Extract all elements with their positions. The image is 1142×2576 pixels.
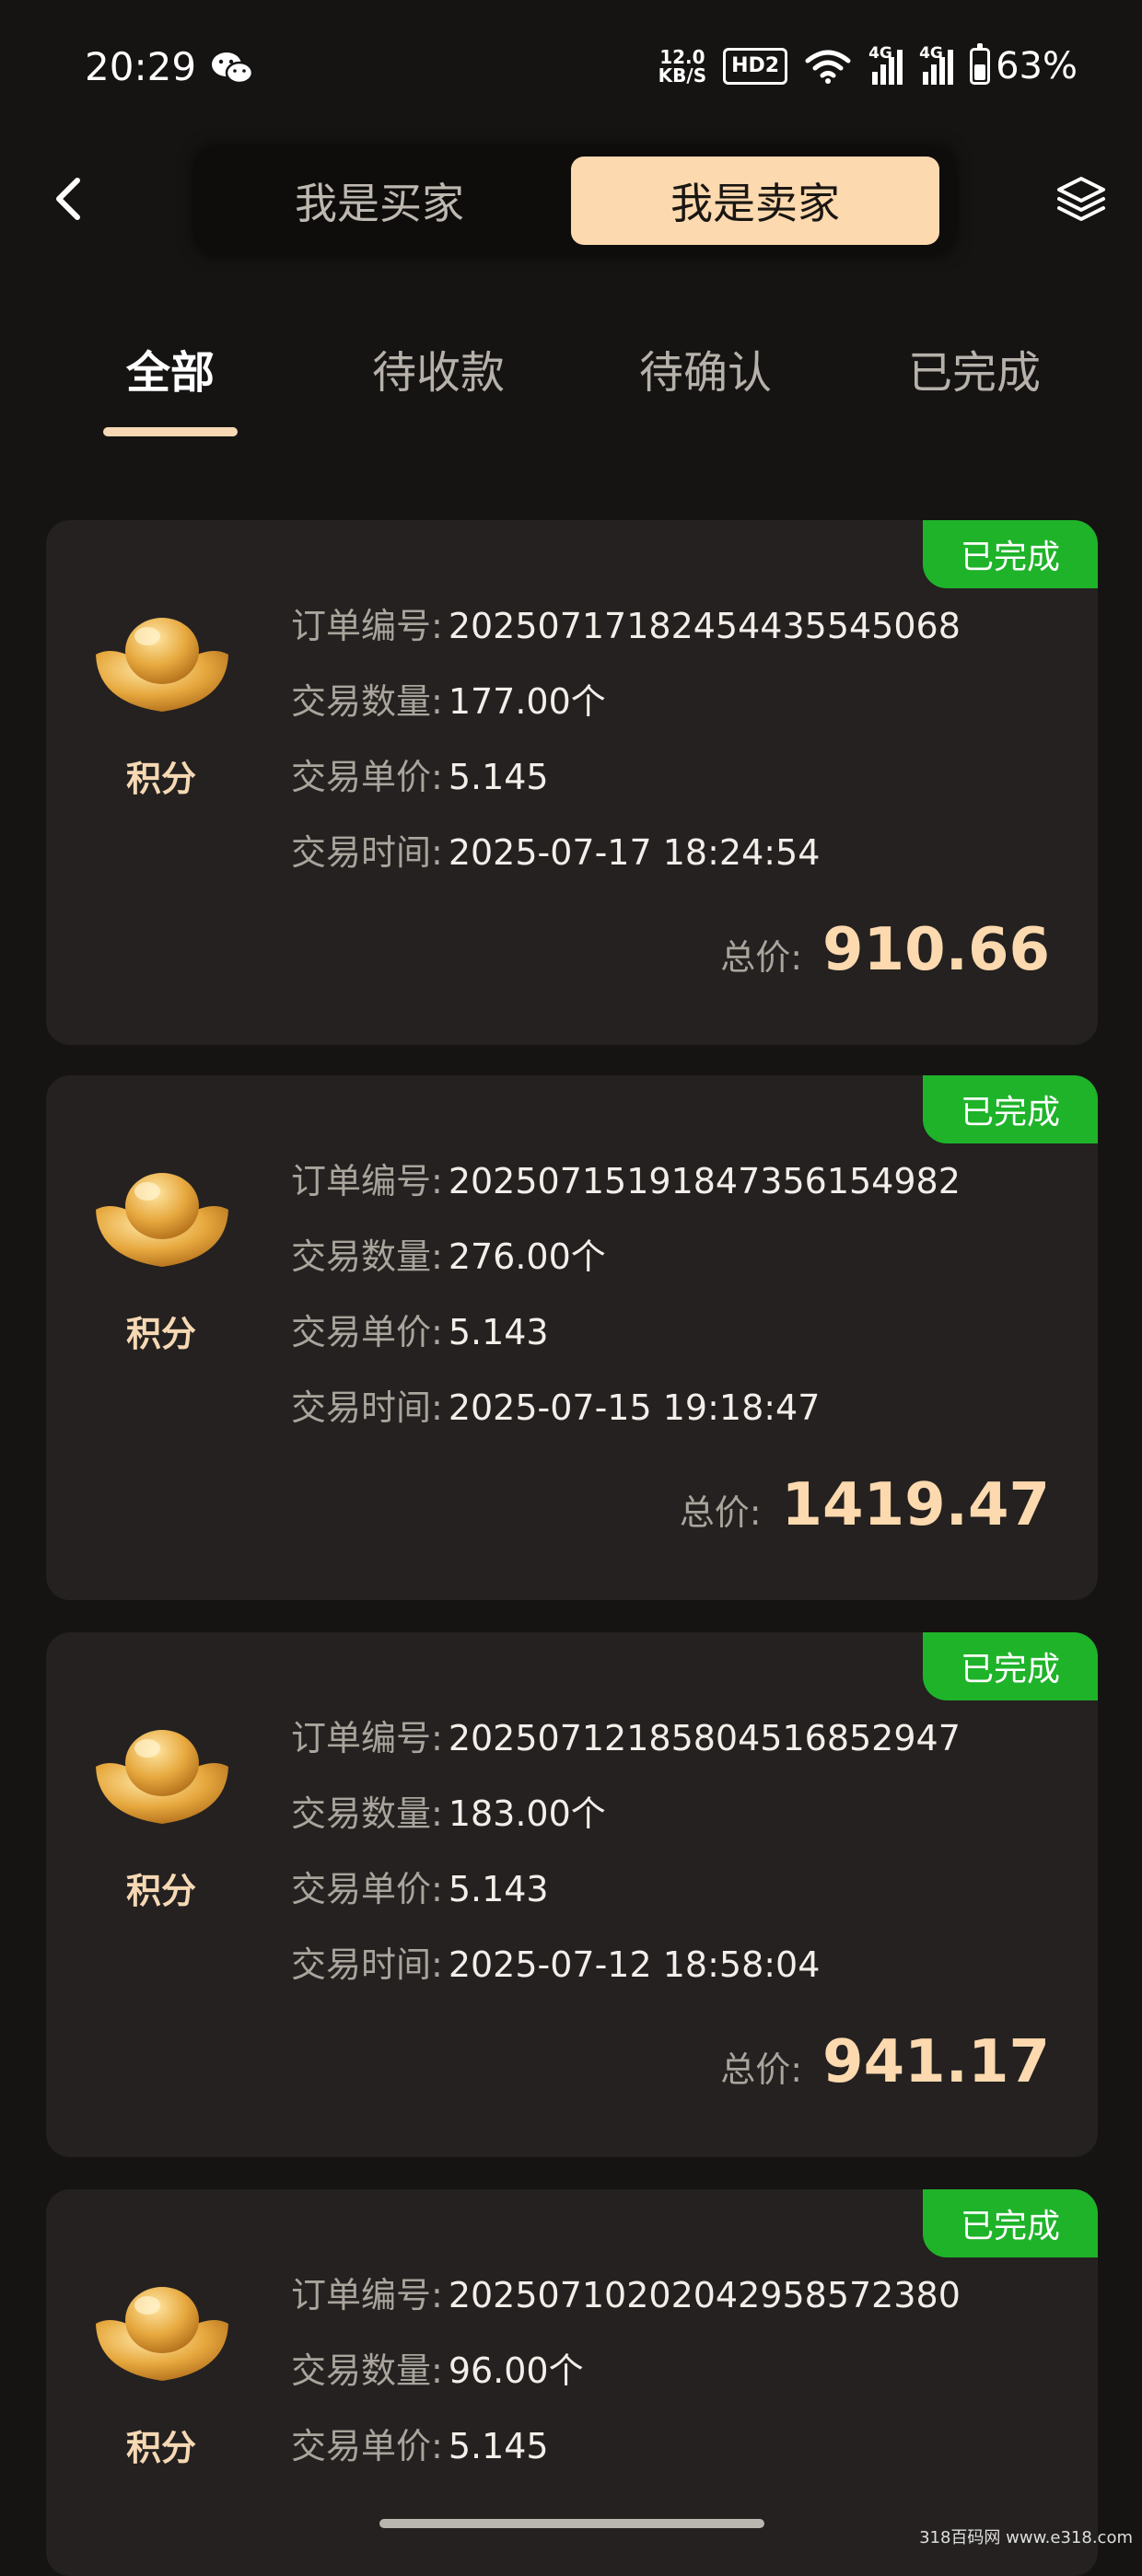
quantity-row: 交易数量: 276.00个 [291,1236,606,1277]
status-bar: 20:29 12.0 KB/S HD2 4G 4G 63% [0,0,1142,138]
status-time: 20:29 [85,44,197,89]
net-speed: 12.0 KB/S [658,46,707,87]
quantity-row: 交易数量: 177.00个 [291,681,606,722]
tab-all[interactable]: 全部 [51,336,290,400]
home-indicator[interactable] [379,2519,764,2528]
coin-type-label: 积分 [125,2428,196,2468]
status-badge: 已完成 [923,1075,1098,1143]
order-card[interactable]: 已完成 积分 订单编号: 20250715191847356154982 交易数量… [46,1075,1098,1600]
coin-type-label: 积分 [125,1871,196,1911]
unit-price-row: 交易单价: 5.143 [291,1869,549,1909]
coin-type-label: 积分 [125,1314,196,1354]
role-segmented-control: 我是买家 我是卖家 [195,147,954,254]
order-number-row: 订单编号: 20250715191847356154982 [291,1161,961,1201]
trade-time-row: 交易时间: 2025-07-12 18:58:04 [291,1944,821,1985]
trade-time-row: 交易时间: 2025-07-17 18:24:54 [291,832,821,873]
total-price: 总价: 910.66 [720,916,1050,984]
buyer-tab[interactable]: 我是买家 [195,157,564,245]
hd-voice-badge: HD2 [723,48,788,85]
wifi-icon [805,50,851,84]
coin-type-label: 积分 [125,759,196,799]
gold-ingot-icon [96,2287,228,2381]
order-status-tabs: 全部 待收款 待确认 已完成 [0,336,1142,437]
seller-tab[interactable]: 我是卖家 [571,157,939,245]
gold-ingot-icon [96,1173,228,1267]
layers-icon[interactable] [1055,173,1107,225]
tab-pending-confirm[interactable]: 待确认 [586,336,825,400]
tab-pending-payment[interactable]: 待收款 [319,336,558,400]
battery-percent: 63% [996,45,1078,87]
status-badge: 已完成 [923,2189,1098,2257]
wechat-icon [212,52,254,85]
gold-ingot-icon [96,1730,228,1824]
watermark: 318百码网 www.e318.com [919,2528,1133,2547]
battery-icon [970,43,991,85]
total-price: 总价: 1419.47 [679,1471,1050,1539]
quantity-row: 交易数量: 183.00个 [291,1793,606,1834]
gold-ingot-icon [96,618,228,712]
status-badge: 已完成 [923,520,1098,588]
signal-icon: 4G [868,44,903,85]
trade-time-row: 交易时间: 2025-07-15 19:18:47 [291,1387,821,1428]
tab-completed[interactable]: 已完成 [855,336,1094,400]
unit-price-row: 交易单价: 5.145 [291,2426,549,2466]
order-number-row: 订单编号: 20250710202042958572380 [291,2275,961,2315]
order-number-row: 订单编号: 20250712185804516852947 [291,1718,961,1758]
quantity-row: 交易数量: 96.00个 [291,2350,584,2391]
back-chevron-icon[interactable] [50,175,87,223]
order-card[interactable]: 已完成 积分 订单编号: 20250717182454435545068 交易数量… [46,520,1098,1045]
active-tab-indicator [103,427,238,436]
order-number-row: 订单编号: 20250717182454435545068 [291,606,961,646]
signal-icon: 4G [919,44,954,85]
order-card[interactable]: 已完成 积分 订单编号: 20250710202042958572380 交易数量… [46,2189,1098,2576]
unit-price-row: 交易单价: 5.145 [291,757,549,797]
battery-level [974,64,986,80]
order-card[interactable]: 已完成 积分 订单编号: 20250712185804516852947 交易数量… [46,1632,1098,2157]
unit-price-row: 交易单价: 5.143 [291,1312,549,1352]
total-price: 总价: 941.17 [720,2028,1050,2096]
status-badge: 已完成 [923,1632,1098,1700]
